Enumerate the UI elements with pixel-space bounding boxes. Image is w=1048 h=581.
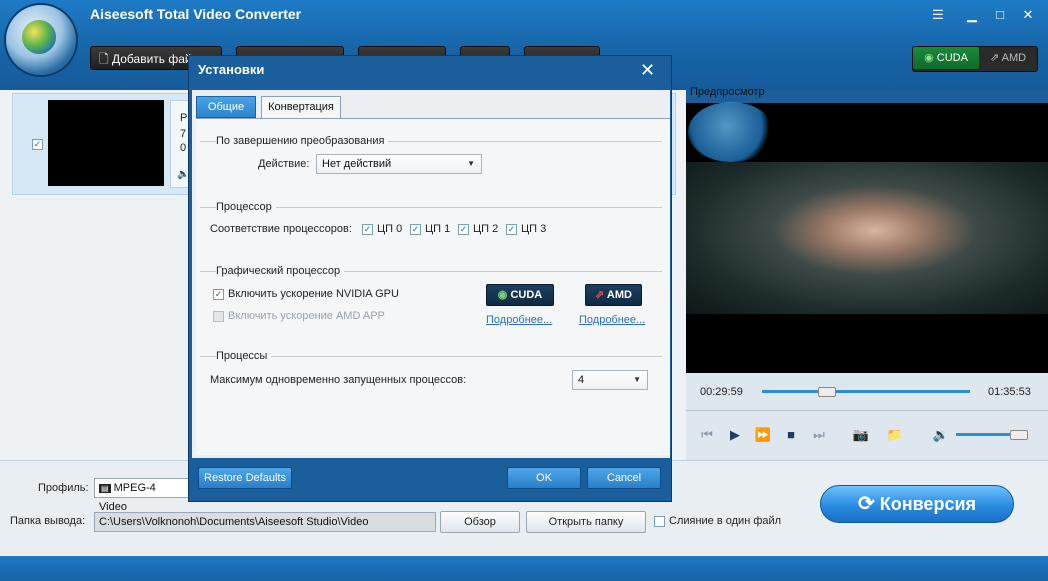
nvidia-label: Включить ускорение NVIDIA GPU [228, 288, 399, 300]
skip-back-icon[interactable]: ⏮ [698, 427, 716, 443]
cpu3-checkbox[interactable]: ✓ [506, 224, 517, 235]
film-logo-icon [688, 102, 774, 162]
file-checkbox[interactable]: ✓ [32, 139, 43, 150]
amd-badge: ⇗ AMD [585, 284, 642, 306]
cpu0-label: ЦП 0 [377, 223, 403, 235]
menu-icon[interactable]: ☰ [928, 6, 948, 24]
dialog-close-icon[interactable]: ✕ [640, 60, 655, 81]
cuda-badge-label: CUDA [510, 289, 543, 301]
maximize-icon[interactable]: □ [990, 6, 1010, 24]
output-folder-label: Папка вывода: [10, 515, 86, 527]
gpu-amd-label: AMD [1001, 52, 1027, 64]
open-folder-button[interactable]: Открыть папку [526, 511, 646, 533]
cpu1-label: ЦП 1 [425, 223, 451, 235]
merge-label: Слияние в один файл [669, 515, 782, 527]
nvidia-checkbox[interactable]: ✓ [213, 289, 224, 300]
convert-button[interactable]: ⟳ Конверсия [820, 485, 1014, 523]
nvidia-badge-icon: ◉ [497, 289, 508, 301]
fast-forward-icon[interactable]: ⏩ [754, 427, 772, 443]
profile-label: Профиль: [38, 482, 89, 494]
amd-badge-label: AMD [606, 289, 632, 301]
minimize-icon[interactable]: ▁ [962, 6, 982, 24]
volume-handle[interactable] [1010, 430, 1028, 440]
file-info-line1: P [180, 112, 188, 124]
cpu2-label: ЦП 2 [473, 223, 499, 235]
chevron-down-icon: ▼ [467, 159, 475, 168]
stop-icon[interactable]: ■ [782, 427, 800, 443]
file-info-line2: 7 [180, 128, 187, 140]
after-conversion-group-title: По завершению преобразования [216, 135, 389, 147]
tab-conversion[interactable]: Конвертация [261, 96, 341, 118]
action-label: Действие: [258, 158, 310, 170]
output-folder-field[interactable]: C:\Users\Volknonoh\Documents\Aiseesoft S… [94, 512, 436, 532]
cancel-button[interactable]: Cancel [587, 467, 661, 489]
profile-select[interactable]: ▤ MPEG-4 Video [94, 478, 190, 513]
file-thumbnail[interactable] [48, 100, 164, 186]
time-total: 01:35:53 [988, 386, 1031, 398]
cpu-group-title: Процессор [216, 201, 276, 213]
seek-handle[interactable] [818, 387, 836, 397]
cpu-affinity-label: Соответствие процессоров: [210, 223, 352, 235]
nvidia-icon: ◉ [924, 52, 934, 64]
gpu-group-title: Графический процессор [216, 265, 345, 277]
file-info-line3: 0 [180, 142, 187, 154]
max-processes-value: 4 [578, 374, 585, 386]
merge-checkbox[interactable] [654, 516, 665, 527]
max-processes-label: Максимум одновременно запущенных процесс… [210, 374, 467, 386]
app-logo-inner-icon [22, 20, 56, 54]
seek-bar[interactable] [762, 390, 970, 393]
amd-label: Включить ускорение AMD APP [228, 310, 385, 322]
app-title: Aiseesoft Total Video Converter [90, 6, 302, 22]
tab-general[interactable]: Общие [196, 96, 256, 118]
convert-icon: ⟳ [857, 493, 875, 515]
cuda-badge: ◉ CUDA [486, 284, 554, 306]
gpu-cuda-button[interactable]: ◉ CUDA [913, 47, 979, 69]
gpu-cuda-label: CUDA [936, 52, 968, 64]
gpu-amd-button[interactable]: ⇗ AMD [980, 47, 1036, 69]
volume-icon[interactable]: 🔉 [932, 427, 950, 443]
add-file-label: Добавить файл [112, 52, 199, 66]
browse-button[interactable]: Обзор [440, 511, 520, 533]
convert-label: Конверсия [879, 494, 977, 514]
cpu1-checkbox[interactable]: ✓ [410, 224, 421, 235]
max-processes-select[interactable]: 4 ▼ [572, 370, 648, 390]
dialog-title: Установки [198, 62, 265, 77]
cpu2-checkbox[interactable]: ✓ [458, 224, 469, 235]
mpeg-icon: ▤ [99, 484, 111, 493]
restore-defaults-button[interactable]: Restore Defaults [198, 467, 292, 489]
skip-forward-icon[interactable]: ⏭ [810, 427, 828, 443]
processes-group-title: Процессы [216, 350, 272, 362]
cpu0-checkbox[interactable]: ✓ [362, 224, 373, 235]
folder-icon[interactable]: 📁 [886, 427, 904, 443]
amd-icon: ⇗ [989, 52, 1000, 64]
play-icon[interactable]: ▶ [726, 427, 744, 443]
add-file-icon: 🗋 [99, 52, 109, 66]
action-value: Нет действий [322, 158, 392, 170]
close-icon[interactable]: ✕ [1018, 6, 1038, 24]
cpu3-label: ЦП 3 [521, 223, 547, 235]
amd-checkbox[interactable] [213, 311, 224, 322]
snapshot-icon[interactable]: 📷 [852, 427, 870, 443]
action-select[interactable]: Нет действий ▼ [316, 154, 482, 174]
status-bar [0, 556, 1048, 581]
preview-video-frame [686, 162, 1048, 314]
amd-more-link[interactable]: Подробнее... [579, 314, 645, 326]
chevron-down-icon: ▼ [633, 375, 641, 384]
gpu-toggle: ◉ CUDA ⇗ AMD [912, 46, 1038, 72]
time-current: 00:29:59 [700, 386, 743, 398]
ok-button[interactable]: OK [507, 467, 581, 489]
cuda-more-link[interactable]: Подробнее... [486, 314, 552, 326]
amd-badge-icon: ⇗ [595, 289, 605, 301]
controls-divider [686, 410, 1048, 411]
preview-label: Предпросмотр [690, 86, 765, 98]
